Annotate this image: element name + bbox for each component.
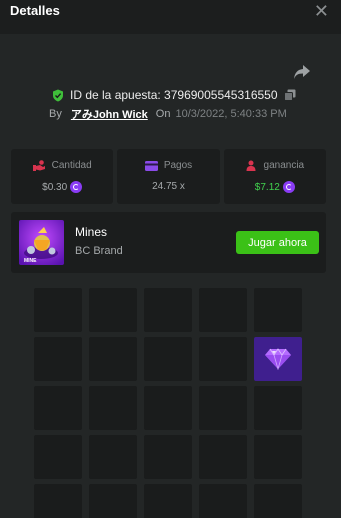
bet-date: 10/3/2022, 5:40:33 PM (175, 108, 287, 120)
coin-icon (70, 181, 83, 193)
mine-tile (144, 337, 192, 381)
mine-tile (254, 386, 302, 430)
stat-payout-value: 24.75 x (152, 181, 185, 192)
money-hand-icon (32, 160, 45, 171)
diamond-icon (265, 348, 291, 370)
on-label: On (155, 108, 171, 120)
stat-profit-value: $7.12 (254, 181, 280, 193)
username-link[interactable]: アみJohn Wick (71, 106, 148, 122)
mine-tile (199, 337, 247, 381)
stat-profit-label: ganancia (263, 160, 305, 171)
mine-tile (34, 386, 82, 430)
mines-board (34, 288, 302, 518)
card-icon (144, 160, 158, 171)
header: Detalles ✕ (0, 0, 341, 34)
share-icon[interactable] (293, 64, 311, 80)
copy-icon[interactable] (283, 89, 296, 101)
stat-profit: ganancia $7.12 (223, 149, 326, 204)
mine-tile (89, 484, 137, 518)
thumb-label: MINE (24, 258, 37, 264)
bet-id-row: ID de la apuesta: 37969005545316550 (52, 87, 296, 103)
mine-tile (254, 288, 302, 332)
bet-id-text: ID de la apuesta: 37969005545316550 (70, 88, 278, 102)
mine-tile (254, 435, 302, 479)
mine-tile (199, 288, 247, 332)
play-now-button[interactable]: Jugar ahora (236, 231, 319, 254)
mine-tile (199, 484, 247, 518)
gem-tile (254, 337, 302, 381)
stat-amount: Cantidad $0.30 (11, 149, 114, 204)
stat-payout: Pagos 24.75 x (117, 149, 220, 204)
mine-tile (144, 288, 192, 332)
mine-tile (89, 435, 137, 479)
person-coin-icon (246, 160, 256, 171)
bet-stats: Cantidad $0.30 Pagos 24.75 x ganancia $7… (11, 149, 326, 204)
coin-icon (282, 181, 295, 193)
game-brand: BC Brand (75, 245, 123, 257)
mine-tile (144, 435, 192, 479)
mine-tile (89, 288, 137, 332)
by-label: By (49, 108, 62, 120)
mine-tile (34, 435, 82, 479)
bet-author-row: By アみJohn Wick On 10/3/2022, 5:40:33 PM (49, 107, 287, 121)
stat-payout-label: Pagos (163, 160, 193, 171)
mines-logo-icon: MINE (19, 220, 64, 265)
stat-amount-label: Cantidad (51, 160, 92, 171)
mine-tile (199, 435, 247, 479)
mine-tile (254, 484, 302, 518)
shield-check-icon (53, 89, 63, 101)
mine-tile (199, 386, 247, 430)
mine-tile (34, 337, 82, 381)
mine-tile (89, 386, 137, 430)
page-title: Detalles (10, 3, 60, 18)
stat-amount-value: $0.30 (42, 181, 68, 193)
game-name: Mines (75, 225, 108, 239)
mine-tile (144, 386, 192, 430)
game-thumbnail[interactable]: MINE (19, 220, 64, 265)
mine-tile (144, 484, 192, 518)
close-icon[interactable]: ✕ (314, 1, 329, 22)
game-card: MINE Mines BC Brand Jugar ahora (11, 212, 326, 273)
mine-tile (34, 288, 82, 332)
mine-tile (89, 337, 137, 381)
mine-tile (34, 484, 82, 518)
